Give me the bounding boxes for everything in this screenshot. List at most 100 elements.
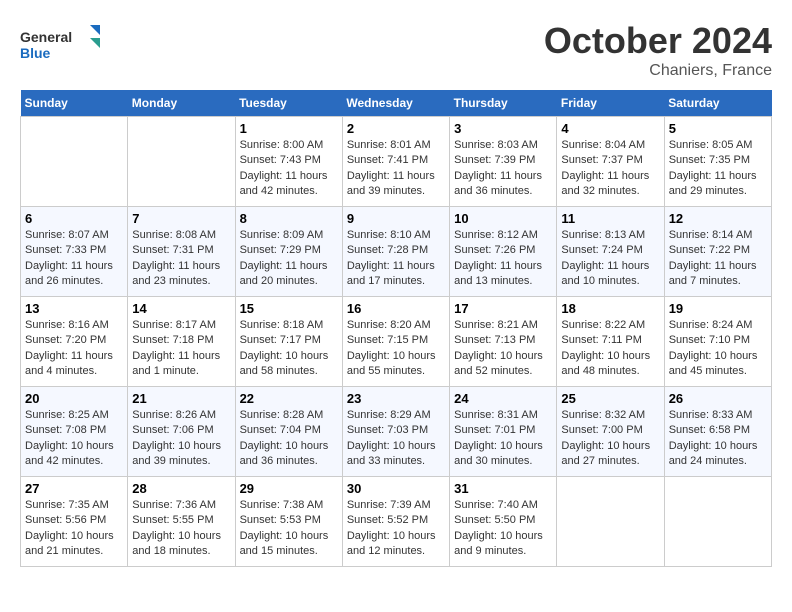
day-number: 9 <box>347 211 445 226</box>
calendar-header: Sunday Monday Tuesday Wednesday Thursday… <box>21 90 772 117</box>
day-info: Sunrise: 8:33 AM Sunset: 6:58 PM Dayligh… <box>669 408 767 470</box>
calendar-cell: 12 Sunrise: 8:14 AM Sunset: 7:22 PM Dayli… <box>664 207 771 297</box>
calendar-cell: 2 Sunrise: 8:01 AM Sunset: 7:41 PM Daylig… <box>342 117 449 207</box>
day-number: 6 <box>25 211 123 226</box>
day-number: 24 <box>454 391 552 406</box>
calendar-cell: 19Sunrise: 8:24 AM Sunset: 7:10 PM Dayli… <box>664 297 771 387</box>
calendar-cell: 13 Sunrise: 8:16 AM Sunset: 7:20 PM Dayli… <box>21 297 128 387</box>
header-sunday: Sunday <box>21 90 128 117</box>
day-info: Sunrise: 8:00 AM Sunset: 7:43 PM Dayligh… <box>240 138 338 200</box>
day-info: Sunrise: 8:25 AM Sunset: 7:08 PM Dayligh… <box>25 408 123 470</box>
calendar-cell: 29 Sunrise: 7:38 AM Sunset: 5:53 PM Dayli… <box>235 477 342 567</box>
day-info: Sunrise: 8:14 AM Sunset: 7:22 PM Dayligh… <box>669 228 767 290</box>
logo: General Blue <box>20 20 100 70</box>
day-number: 29 <box>240 481 338 496</box>
day-info: Sunrise: 8:29 AM Sunset: 7:03 PM Dayligh… <box>347 408 445 470</box>
day-number: 2 <box>347 121 445 136</box>
day-info: Sunrise: 8:01 AM Sunset: 7:41 PM Dayligh… <box>347 138 445 200</box>
day-info: Sunrise: 8:03 AM Sunset: 7:39 PM Dayligh… <box>454 138 552 200</box>
calendar-cell: 9 Sunrise: 8:10 AM Sunset: 7:28 PM Daylig… <box>342 207 449 297</box>
day-info: Sunrise: 8:10 AM Sunset: 7:28 PM Dayligh… <box>347 228 445 290</box>
day-info: Sunrise: 8:31 AM Sunset: 7:01 PM Dayligh… <box>454 408 552 470</box>
calendar-cell: 20Sunrise: 8:25 AM Sunset: 7:08 PM Dayli… <box>21 387 128 477</box>
day-number: 16 <box>347 301 445 316</box>
day-number: 25 <box>561 391 659 406</box>
calendar-cell <box>557 477 664 567</box>
svg-text:Blue: Blue <box>20 45 51 61</box>
calendar-cell: 30 Sunrise: 7:39 AM Sunset: 5:52 PM Dayli… <box>342 477 449 567</box>
day-number: 21 <box>132 391 230 406</box>
day-number: 10 <box>454 211 552 226</box>
day-info: Sunrise: 8:16 AM Sunset: 7:20 PM Dayligh… <box>25 318 123 380</box>
calendar-cell: 28 Sunrise: 7:36 AM Sunset: 5:55 PM Dayli… <box>128 477 235 567</box>
day-info: Sunrise: 7:38 AM Sunset: 5:53 PM Dayligh… <box>240 498 338 560</box>
week-row-2: 6 Sunrise: 8:07 AM Sunset: 7:33 PM Daylig… <box>21 207 772 297</box>
day-info: Sunrise: 8:18 AM Sunset: 7:17 PM Dayligh… <box>240 318 338 380</box>
calendar-cell: 10 Sunrise: 8:12 AM Sunset: 7:26 PM Dayli… <box>450 207 557 297</box>
header-friday: Friday <box>557 90 664 117</box>
calendar-cell: 23 Sunrise: 8:29 AM Sunset: 7:03 PM Dayli… <box>342 387 449 477</box>
calendar-cell: 4 Sunrise: 8:04 AM Sunset: 7:37 PM Daylig… <box>557 117 664 207</box>
header-saturday: Saturday <box>664 90 771 117</box>
day-info: Sunrise: 7:39 AM Sunset: 5:52 PM Dayligh… <box>347 498 445 560</box>
day-number: 1 <box>240 121 338 136</box>
day-number: 7 <box>132 211 230 226</box>
day-info: Sunrise: 8:07 AM Sunset: 7:33 PM Dayligh… <box>25 228 123 290</box>
day-number: 12 <box>669 211 767 226</box>
calendar-cell <box>664 477 771 567</box>
calendar-cell: 8Sunrise: 8:09 AM Sunset: 7:29 PM Daylig… <box>235 207 342 297</box>
calendar-cell: 5Sunrise: 8:05 AM Sunset: 7:35 PM Daylig… <box>664 117 771 207</box>
day-number: 22 <box>240 391 338 406</box>
day-info: Sunrise: 7:40 AM Sunset: 5:50 PM Dayligh… <box>454 498 552 560</box>
calendar-cell: 31Sunrise: 7:40 AM Sunset: 5:50 PM Dayli… <box>450 477 557 567</box>
day-number: 4 <box>561 121 659 136</box>
day-info: Sunrise: 8:22 AM Sunset: 7:11 PM Dayligh… <box>561 318 659 380</box>
location: Chaniers, France <box>544 62 772 80</box>
calendar-cell: 24 Sunrise: 8:31 AM Sunset: 7:01 PM Dayli… <box>450 387 557 477</box>
day-number: 3 <box>454 121 552 136</box>
day-info: Sunrise: 8:17 AM Sunset: 7:18 PM Dayligh… <box>132 318 230 380</box>
month-title: October 2024 <box>544 20 772 62</box>
day-info: Sunrise: 8:13 AM Sunset: 7:24 PM Dayligh… <box>561 228 659 290</box>
day-number: 27 <box>25 481 123 496</box>
calendar-cell: 21 Sunrise: 8:26 AM Sunset: 7:06 PM Dayli… <box>128 387 235 477</box>
day-info: Sunrise: 7:36 AM Sunset: 5:55 PM Dayligh… <box>132 498 230 560</box>
day-info: Sunrise: 8:20 AM Sunset: 7:15 PM Dayligh… <box>347 318 445 380</box>
day-number: 30 <box>347 481 445 496</box>
calendar-cell: 1 Sunrise: 8:00 AM Sunset: 7:43 PM Daylig… <box>235 117 342 207</box>
calendar-cell: 15 Sunrise: 8:18 AM Sunset: 7:17 PM Dayli… <box>235 297 342 387</box>
week-row-3: 13 Sunrise: 8:16 AM Sunset: 7:20 PM Dayli… <box>21 297 772 387</box>
day-number: 28 <box>132 481 230 496</box>
calendar-cell: 7Sunrise: 8:08 AM Sunset: 7:31 PM Daylig… <box>128 207 235 297</box>
day-info: Sunrise: 8:28 AM Sunset: 7:04 PM Dayligh… <box>240 408 338 470</box>
day-info: Sunrise: 7:35 AM Sunset: 5:56 PM Dayligh… <box>25 498 123 560</box>
day-number: 23 <box>347 391 445 406</box>
day-number: 18 <box>561 301 659 316</box>
day-number: 14 <box>132 301 230 316</box>
calendar-cell <box>128 117 235 207</box>
calendar-cell: 16 Sunrise: 8:20 AM Sunset: 7:15 PM Dayli… <box>342 297 449 387</box>
header-thursday: Thursday <box>450 90 557 117</box>
calendar-cell: 6 Sunrise: 8:07 AM Sunset: 7:33 PM Daylig… <box>21 207 128 297</box>
day-number: 17 <box>454 301 552 316</box>
calendar-cell: 17Sunrise: 8:21 AM Sunset: 7:13 PM Dayli… <box>450 297 557 387</box>
header-monday: Monday <box>128 90 235 117</box>
calendar-cell <box>21 117 128 207</box>
header-tuesday: Tuesday <box>235 90 342 117</box>
day-info: Sunrise: 8:26 AM Sunset: 7:06 PM Dayligh… <box>132 408 230 470</box>
day-number: 15 <box>240 301 338 316</box>
day-number: 26 <box>669 391 767 406</box>
calendar-cell: 25Sunrise: 8:32 AM Sunset: 7:00 PM Dayli… <box>557 387 664 477</box>
day-info: Sunrise: 8:04 AM Sunset: 7:37 PM Dayligh… <box>561 138 659 200</box>
day-number: 13 <box>25 301 123 316</box>
week-row-1: 1 Sunrise: 8:00 AM Sunset: 7:43 PM Daylig… <box>21 117 772 207</box>
calendar-table: Sunday Monday Tuesday Wednesday Thursday… <box>20 90 772 567</box>
day-number: 11 <box>561 211 659 226</box>
day-info: Sunrise: 8:09 AM Sunset: 7:29 PM Dayligh… <box>240 228 338 290</box>
title-block: October 2024 Chaniers, France <box>544 20 772 80</box>
calendar-cell: 26 Sunrise: 8:33 AM Sunset: 6:58 PM Dayli… <box>664 387 771 477</box>
calendar-cell: 27 Sunrise: 7:35 AM Sunset: 5:56 PM Dayli… <box>21 477 128 567</box>
svg-text:General: General <box>20 29 72 45</box>
calendar-cell: 18 Sunrise: 8:22 AM Sunset: 7:11 PM Dayli… <box>557 297 664 387</box>
day-info: Sunrise: 8:12 AM Sunset: 7:26 PM Dayligh… <box>454 228 552 290</box>
